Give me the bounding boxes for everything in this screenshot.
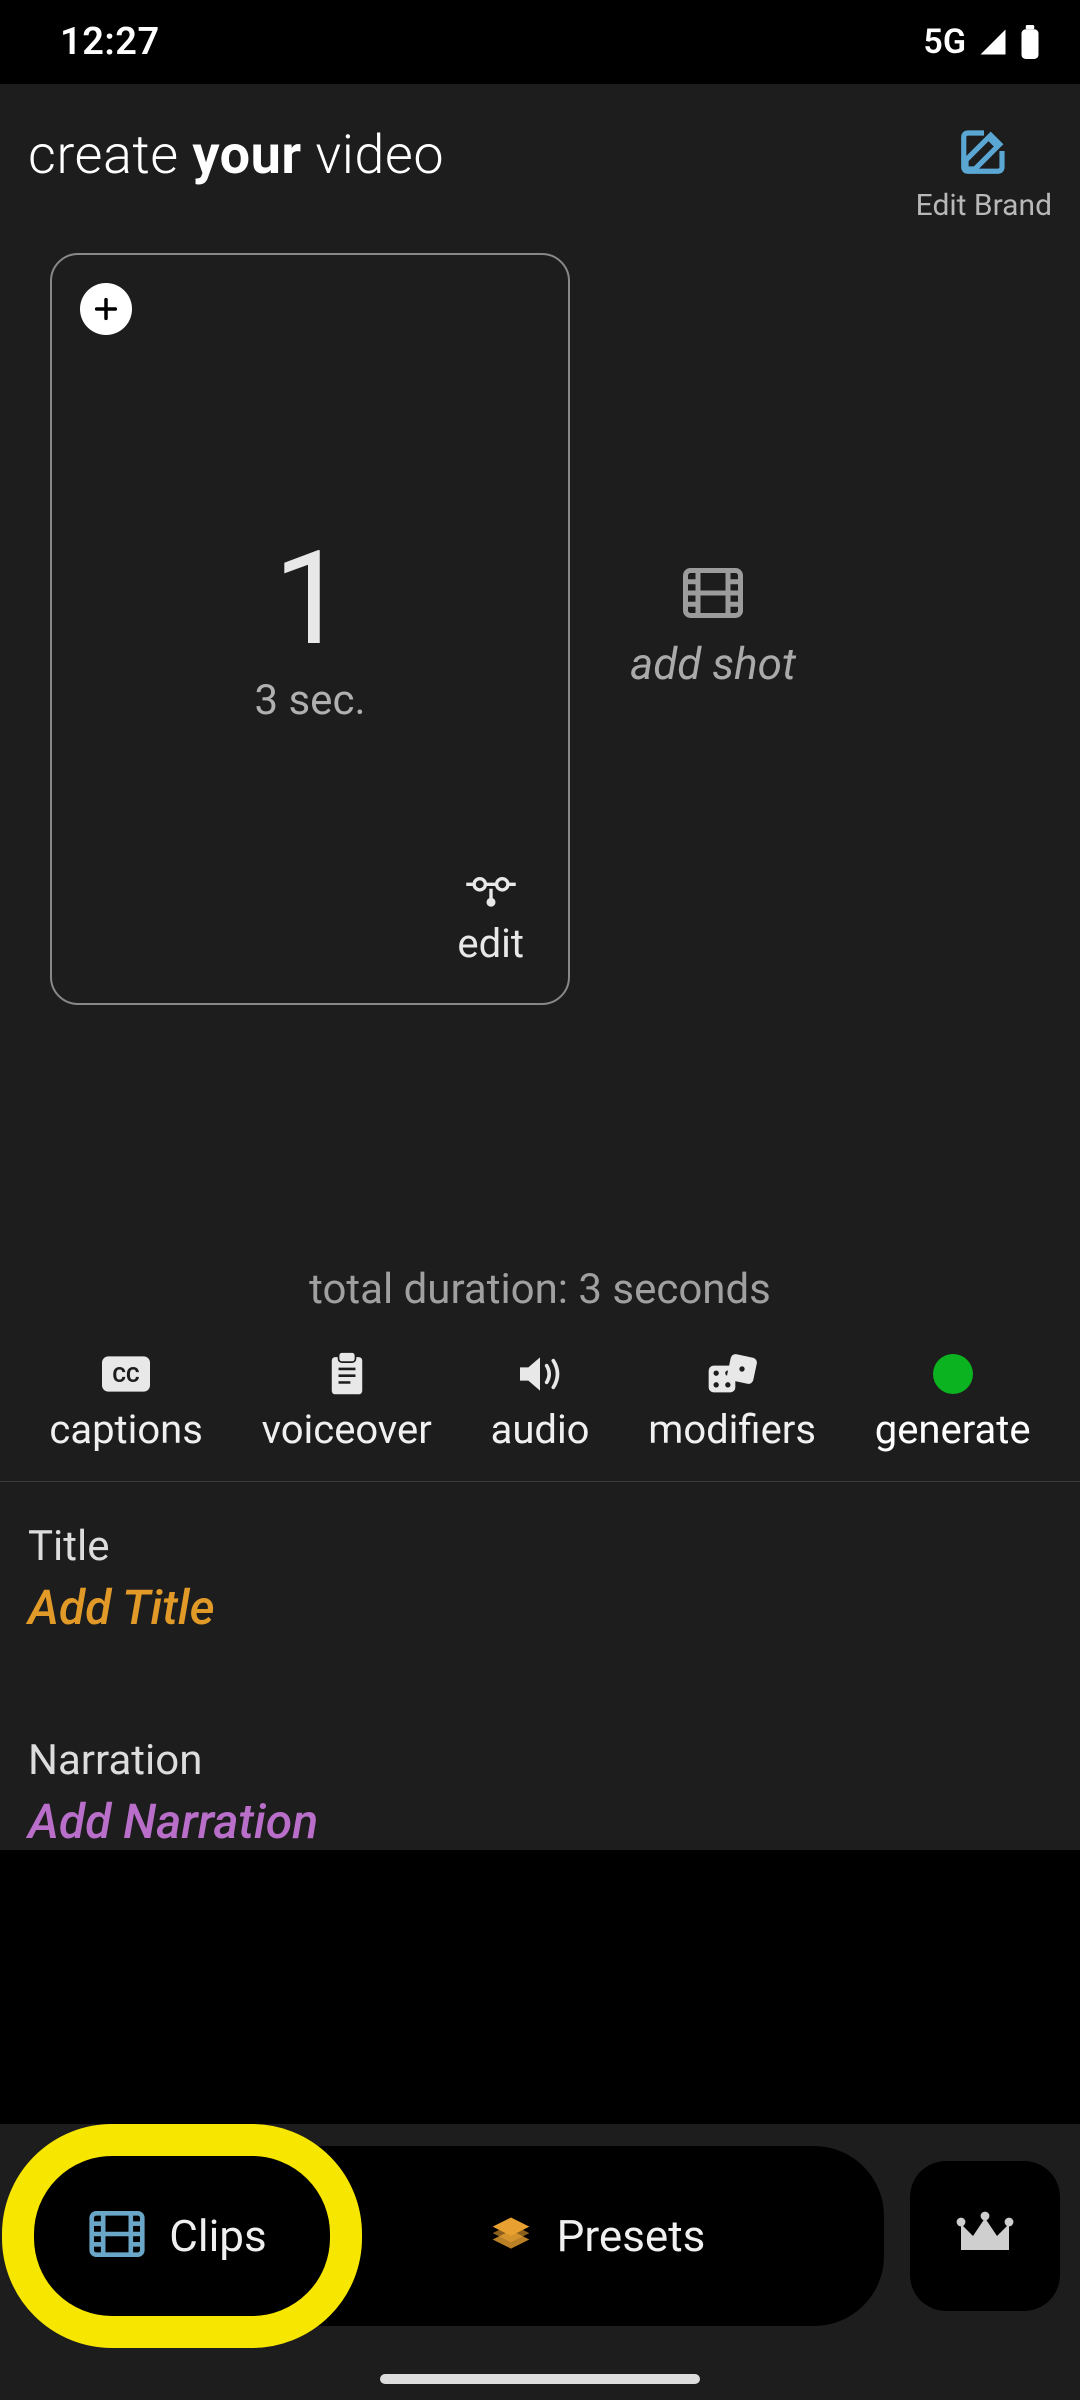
plus-icon (92, 295, 120, 323)
audio-label: audio (491, 1406, 590, 1453)
modifiers-button[interactable]: modifiers (648, 1354, 816, 1453)
title-bold: your (192, 124, 301, 187)
status-bar: 12:27 5G (0, 0, 1080, 84)
add-media-button[interactable] (80, 283, 132, 335)
crown-icon (955, 2210, 1015, 2262)
shot-duration: 3 sec. (254, 676, 365, 725)
network-label: 5G (923, 22, 966, 62)
cc-icon: CC (102, 1354, 150, 1394)
shot-number: 1 (273, 534, 346, 664)
generate-indicator-icon (933, 1354, 973, 1394)
narration-field[interactable]: Narration Add Narration (28, 1736, 1052, 1850)
dice-icon (707, 1354, 757, 1394)
modifiers-label: modifiers (648, 1406, 816, 1453)
nav-presets-button[interactable]: Presets (328, 2161, 866, 2311)
bottom-nav: Clips Presets (20, 2146, 1060, 2326)
edit-brand-label: Edit Brand (916, 188, 1052, 223)
status-right: 5G (923, 22, 1040, 62)
clipboard-icon (328, 1354, 366, 1394)
nav-pill-group: Clips Presets (20, 2146, 884, 2326)
add-shot-button[interactable]: add shot (630, 568, 796, 690)
voiceover-label: voiceover (262, 1406, 432, 1453)
premium-button[interactable] (910, 2161, 1060, 2311)
shot-edit-button[interactable]: edit (457, 874, 524, 967)
captions-label: captions (49, 1406, 203, 1453)
title-post: video (302, 124, 444, 187)
layers-icon (489, 2212, 533, 2260)
nav-presets-label: Presets (557, 2210, 706, 2262)
page-title: create your video (28, 124, 444, 187)
shot-edit-label: edit (457, 920, 524, 967)
voiceover-button[interactable]: voiceover (262, 1354, 432, 1453)
film-icon (89, 2211, 145, 2261)
svg-text:CC: CC (113, 1364, 140, 1388)
title-field-label: Title (28, 1522, 1052, 1571)
title-field[interactable]: Title Add Title (28, 1522, 1052, 1636)
tools-row: CC captions voiceover audio modifiers (0, 1354, 1080, 1482)
app-header: create your video Edit Brand (0, 84, 1080, 243)
edit-icon (957, 124, 1011, 182)
fields-area: Title Add Title Narration Add Narration (0, 1482, 1080, 1850)
edit-brand-button[interactable]: Edit Brand (916, 124, 1052, 223)
battery-icon (1020, 25, 1040, 59)
generate-button[interactable]: generate (875, 1354, 1031, 1453)
audio-button[interactable]: audio (491, 1354, 590, 1453)
narration-field-label: Narration (28, 1736, 1052, 1785)
title-pre: create (28, 124, 192, 187)
bottom-nav-wrap: Clips Presets (0, 2124, 1080, 2400)
total-duration-label: total duration: 3 seconds (0, 1005, 1080, 1354)
film-icon (683, 568, 743, 622)
nav-clips-label: Clips (169, 2210, 266, 2262)
narration-placeholder: Add Narration (28, 1793, 1052, 1850)
signal-icon (976, 27, 1010, 57)
status-time: 12:27 (60, 20, 160, 64)
captions-button[interactable]: CC captions (49, 1354, 203, 1453)
add-shot-label: add shot (630, 638, 796, 690)
shots-row: 1 3 sec. edit add shot (0, 253, 1080, 1005)
sliders-icon (464, 874, 518, 912)
shot-card[interactable]: 1 3 sec. edit (50, 253, 570, 1005)
generate-label: generate (875, 1406, 1031, 1453)
speaker-icon (516, 1354, 564, 1394)
main-area: 1 3 sec. edit add shot total duration: 3… (0, 243, 1080, 1850)
title-placeholder: Add Title (28, 1579, 1052, 1636)
nav-clips-button[interactable]: Clips (38, 2161, 318, 2311)
home-indicator[interactable] (380, 2374, 700, 2384)
